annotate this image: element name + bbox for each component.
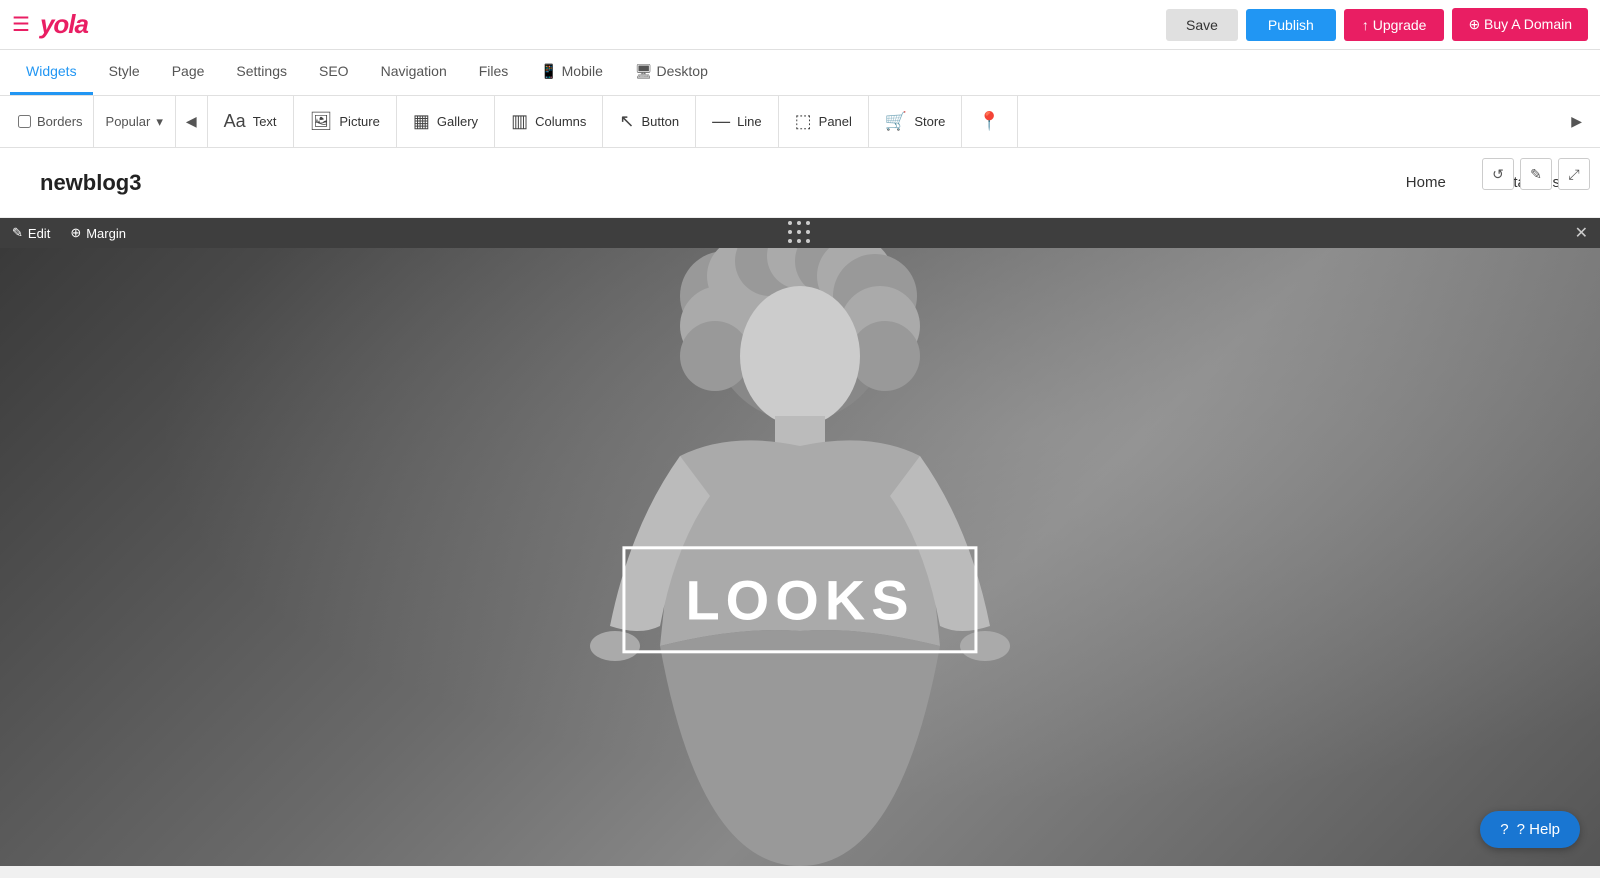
borders-checkbox[interactable] — [18, 115, 31, 128]
fullscreen-button[interactable]: ⤢ — [1558, 158, 1590, 190]
line-widget-icon: — — [712, 111, 730, 132]
tab-page[interactable]: Page — [156, 50, 221, 95]
widget-store[interactable]: 🛒 Store — [869, 96, 963, 147]
edit-bar: ✎ Edit ⊕ Margin ✕ — [0, 218, 1600, 248]
canvas-area: newblog3 Home Contact Us ↺ ✎ ⤢ ✎ Edit ⊕ … — [0, 148, 1600, 866]
tab-widgets[interactable]: Widgets — [10, 50, 93, 95]
preview-header-actions: ↺ ✎ ⤢ — [1482, 158, 1590, 190]
arrow-right-icon: ▶ — [1571, 113, 1582, 130]
panel-widget-label: Panel — [819, 114, 852, 129]
gallery-widget-icon: ▦ — [413, 111, 430, 132]
tab-mobile[interactable]: 📱 Mobile — [524, 50, 619, 95]
hamburger-icon[interactable]: ☰ — [12, 12, 30, 37]
widget-picture[interactable]: 🖼 Picture — [294, 96, 397, 147]
arrow-left-icon: ◀ — [186, 113, 197, 130]
widget-panel[interactable]: ⬚ Panel — [779, 96, 869, 147]
edit-icon: ✎ — [12, 225, 23, 241]
edit-label[interactable]: ✎ Edit — [12, 225, 50, 241]
site-name: newblog3 — [40, 170, 141, 196]
button-widget-label: Button — [641, 114, 679, 129]
upgrade-button[interactable]: ↑ Upgrade — [1344, 9, 1445, 41]
popular-label: Popular — [106, 114, 151, 129]
hero-section[interactable]: LOOKS — [0, 248, 1600, 866]
button-widget-icon: ↖ — [619, 111, 634, 132]
buy-domain-button[interactable]: ⊕ Buy A Domain — [1452, 8, 1588, 41]
edit-button[interactable]: ✎ — [1520, 158, 1552, 190]
help-button[interactable]: ? ? Help — [1480, 811, 1580, 848]
map-widget-icon: 📍 — [978, 111, 1000, 132]
widget-bar: Borders Popular ▾ ◀ Aa Text 🖼 Picture ▦ … — [0, 96, 1600, 148]
top-bar-actions: Save Publish ↑ Upgrade ⊕ Buy A Domain — [1166, 8, 1588, 41]
columns-widget-label: Columns — [535, 114, 586, 129]
top-bar: ☰ yola Save Publish ↑ Upgrade ⊕ Buy A Do… — [0, 0, 1600, 50]
borders-toggle[interactable]: Borders — [8, 96, 94, 147]
widget-gallery[interactable]: ▦ Gallery — [397, 96, 495, 147]
text-widget-icon: Aa — [224, 111, 246, 132]
help-label: ? Help — [1517, 821, 1560, 838]
margin-text: Margin — [86, 226, 126, 241]
columns-widget-icon: ▥ — [511, 111, 528, 132]
tab-files[interactable]: Files — [463, 50, 525, 95]
edit-text: Edit — [28, 226, 50, 241]
help-icon: ? — [1500, 821, 1508, 838]
tab-seo[interactable]: SEO — [303, 50, 365, 95]
store-widget-icon: 🛒 — [885, 111, 907, 132]
widget-line[interactable]: — Line — [696, 96, 779, 147]
tab-navigation[interactable]: Navigation — [365, 50, 463, 95]
drag-handle[interactable] — [788, 221, 812, 245]
picture-widget-label: Picture — [339, 114, 379, 129]
gallery-widget-label: Gallery — [437, 114, 478, 129]
hero-text-box[interactable]: LOOKS — [622, 546, 977, 653]
preview-header: newblog3 Home Contact Us ↺ ✎ ⤢ — [0, 148, 1600, 218]
popular-dropdown[interactable]: Popular ▾ — [94, 96, 176, 147]
widget-button[interactable]: ↖ Button — [603, 96, 696, 147]
widget-map[interactable]: 📍 — [962, 96, 1017, 147]
widget-text[interactable]: Aa Text — [208, 96, 294, 147]
scroll-right-button[interactable]: ▶ — [1561, 96, 1592, 147]
chevron-down-icon: ▾ — [156, 114, 163, 130]
publish-button[interactable]: Publish — [1246, 9, 1336, 41]
save-button[interactable]: Save — [1166, 9, 1238, 41]
yola-logo: yola — [40, 9, 88, 40]
hero-text: LOOKS — [685, 568, 914, 631]
widget-columns[interactable]: ▥ Columns — [495, 96, 603, 147]
nav-home[interactable]: Home — [1406, 174, 1446, 191]
text-widget-label: Text — [253, 114, 277, 129]
picture-widget-icon: 🖼 — [310, 111, 333, 132]
nav-tabs: Widgets Style Page Settings SEO Navigati… — [0, 50, 1600, 96]
scroll-left-button[interactable]: ◀ — [176, 96, 208, 147]
tab-settings[interactable]: Settings — [220, 50, 303, 95]
borders-label: Borders — [37, 114, 83, 129]
refresh-button[interactable]: ↺ — [1482, 158, 1514, 190]
store-widget-label: Store — [914, 114, 945, 129]
margin-label[interactable]: ⊕ Margin — [70, 225, 126, 241]
margin-icon: ⊕ — [70, 225, 81, 241]
close-button[interactable]: ✕ — [1575, 223, 1588, 243]
tab-style[interactable]: Style — [93, 50, 156, 95]
panel-widget-icon: ⬚ — [795, 111, 812, 132]
line-widget-label: Line — [737, 114, 762, 129]
tab-desktop[interactable]: 🖥 Desktop — [619, 50, 724, 95]
